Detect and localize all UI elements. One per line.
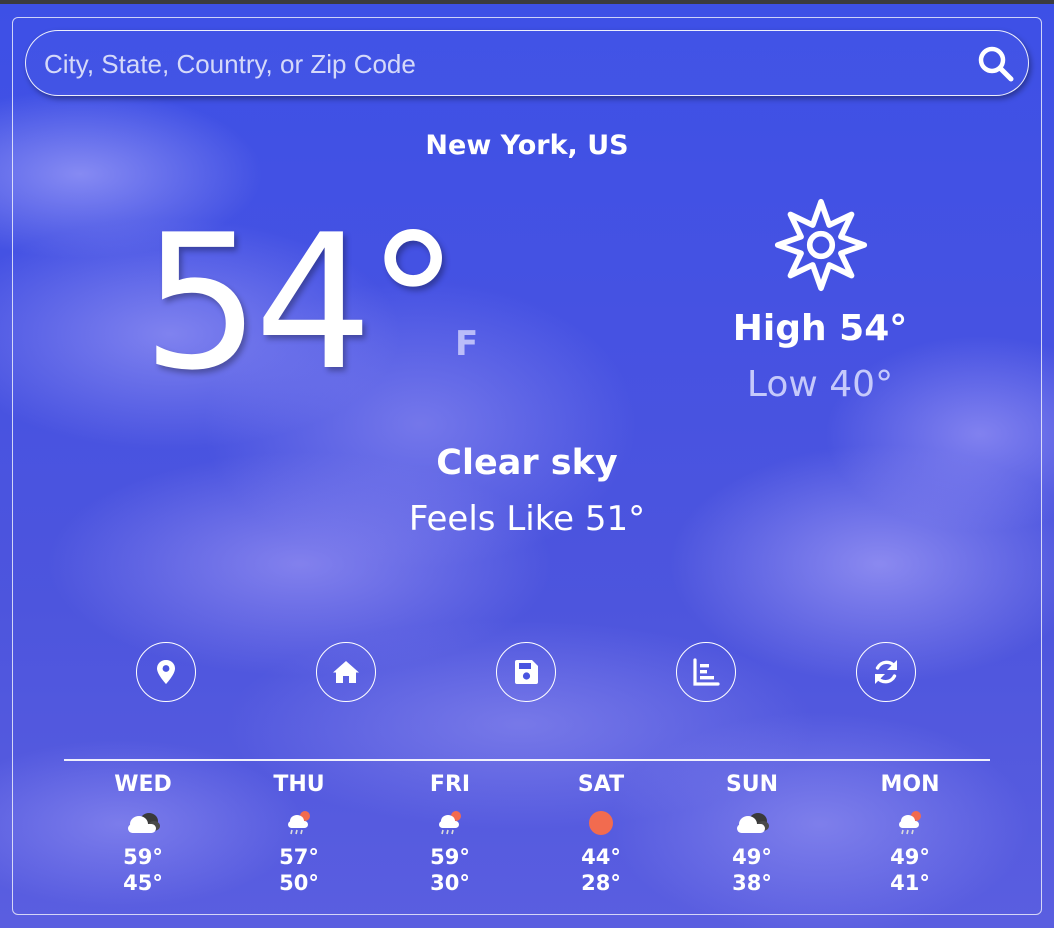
forecast-low: 28° [581,871,621,895]
current-temperature: 54° [142,194,460,411]
sun-icon [589,811,613,835]
forecast-day-name: SAT [577,772,625,797]
forecast-day: SUN 49° 38° [692,772,812,896]
forecast-high: 44° [581,845,621,869]
forecast-high: 49° [890,845,930,869]
location-button[interactable] [136,642,196,702]
forecast-high: 57° [279,845,319,869]
weather-condition: Clear sky [436,443,618,483]
save-button[interactable] [496,642,556,702]
forecast-day: FRI 59° 30° [390,772,510,896]
cloud-icon [737,813,769,833]
rain-icon [288,811,310,835]
map-pin-icon [157,660,175,684]
cloud-icon [128,813,160,833]
forecast-low: 45° [123,871,163,895]
search-input[interactable] [42,45,966,83]
forecast-day-name: THU [273,772,325,797]
forecast-day: MON 49° 41° [850,772,970,896]
forecast-high: 59° [430,845,470,869]
home-icon [333,661,359,683]
forecast-low: 38° [732,871,772,895]
sun-icon [774,198,868,292]
forecast-day-name: FRI [429,772,471,797]
search-icon [978,46,1014,82]
feels-like: Feels Like 51° [408,499,646,539]
low-temperature: Low 40° [746,364,894,405]
forecast-day: SAT 44° 28° [541,772,661,896]
home-button[interactable] [316,642,376,702]
forecast-low: 41° [890,871,930,895]
rain-icon [439,811,461,835]
forecast-day: THU 57° 50° [239,772,359,896]
refresh-icon [875,660,897,684]
forecast-high: 59° [123,845,163,869]
forecast-divider [64,759,990,761]
chart-icon [693,658,720,686]
forecast-day-name: WED [114,772,172,797]
rain-icon [899,811,921,835]
forecast-day: WED 59° 45° [83,772,203,896]
temperature-unit: F [455,324,479,364]
forecast-day-name: SUN [725,772,779,797]
high-temperature: High 54° [732,308,908,349]
refresh-button[interactable] [856,642,916,702]
forecast-high: 49° [732,845,772,869]
forecast-low: 50° [279,871,319,895]
forecast-low: 30° [430,871,470,895]
search-button[interactable] [976,44,1016,84]
chart-button[interactable] [676,642,736,702]
location-label: New York, US [425,130,629,161]
save-icon [515,660,538,684]
search-bar [25,30,1029,96]
forecast-day-name: MON [880,772,940,797]
